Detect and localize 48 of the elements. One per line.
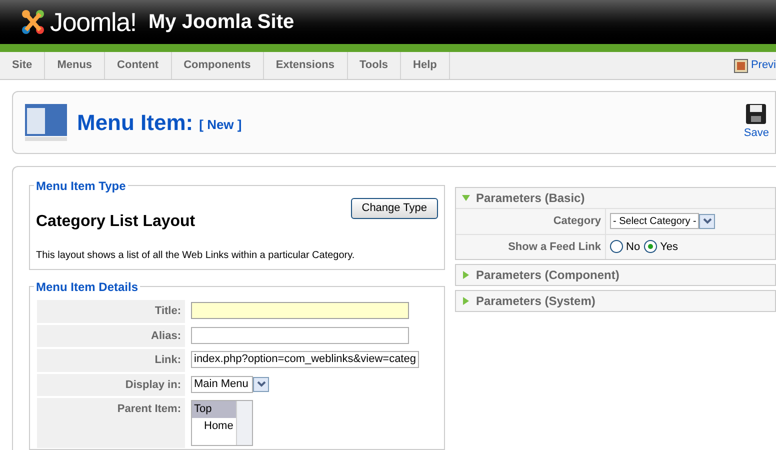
triangle-down-icon [462,194,470,202]
menu-item[interactable]: Menus [45,52,106,79]
logo-text: Joomla! [50,6,136,38]
field-label: Display in: [37,374,185,396]
menu-item[interactable]: Extensions [264,52,348,79]
radio-button[interactable] [610,240,623,254]
preview-icon [734,58,748,72]
page-subtitle: [ New ] [199,116,242,134]
text-input-field[interactable] [191,302,409,319]
triangle-right-icon [462,297,470,305]
site-title: My Joomla Site [148,10,294,35]
dropdown-button[interactable] [699,214,716,229]
menu-item[interactable]: Components [172,52,264,79]
field-label: Alias: [37,324,185,347]
field-label: Parent Item: [37,398,185,448]
parameter-label: Show a Feed Link [456,234,606,259]
parameter-label: Category [456,209,606,234]
menu-item-icon [25,104,67,142]
select-field[interactable]: - Select Category - [610,213,700,230]
list-option[interactable]: Home [192,418,236,434]
text-input-field[interactable]: index.php?option=com_weblinks&view=categ [191,351,419,368]
menu-item[interactable]: Content [105,52,172,79]
menu-item[interactable]: Site [0,52,46,79]
menu-item[interactable]: Tools [348,52,402,79]
triangle-right-icon [462,271,470,279]
radio-label: Yes [660,240,678,254]
scrollbar[interactable] [236,401,252,445]
chevron-down-icon [702,218,712,224]
parent-item-listbox[interactable]: Top Home [191,400,253,446]
layout-title: Category List Layout [36,212,196,232]
menu-item[interactable]: Help [401,52,450,79]
panel-header[interactable]: Parameters (Basic) [456,188,775,208]
chevron-down-icon [256,381,266,387]
layout-description: This layout shows a list of all the Web Links within a particular Category. [36,249,356,263]
dropdown-button[interactable] [253,376,270,392]
radio-button[interactable] [644,240,658,254]
radio-label: No [626,240,640,254]
save-button[interactable]: Save [744,103,769,142]
preview-link[interactable]: Previ [734,52,776,79]
list-option[interactable]: Top [192,401,236,418]
field-label: Title: [37,300,185,322]
select-field[interactable]: Main Menu [191,376,254,392]
change-type-button[interactable]: Change Type [350,198,438,218]
panel-header[interactable]: Parameters (Component) [456,265,775,285]
page-title: Menu Item: [77,109,194,137]
panel-header[interactable]: Parameters (System) [456,291,775,311]
field-label: Link: [37,349,185,372]
text-input-field[interactable] [191,326,409,344]
